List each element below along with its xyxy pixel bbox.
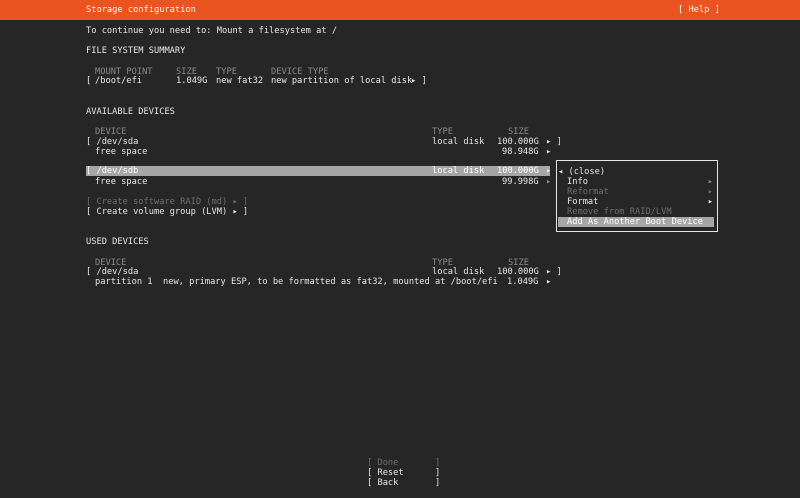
- device-menu-arrow[interactable]: ▸: [546, 166, 551, 176]
- device-menu-arrow[interactable]: ▸ ]: [546, 267, 562, 277]
- done-button[interactable]: [ Done ]: [367, 458, 440, 468]
- device-size: 100.000G: [497, 137, 539, 147]
- partition-size: 1.049G: [507, 277, 539, 287]
- device-type: local disk: [432, 267, 485, 277]
- free-space-menu-arrow[interactable]: ▸: [546, 177, 551, 187]
- size-value: 1.049G: [176, 76, 208, 86]
- device-type: local disk: [432, 137, 485, 147]
- free-space-label: free space: [95, 147, 148, 157]
- device-name: [ /dev/sda: [86, 267, 139, 277]
- device-name: [ /dev/sdb: [86, 166, 139, 176]
- device-size: 100.000G: [497, 166, 539, 176]
- used-devices-heading: USED DEVICES: [86, 237, 149, 247]
- page-title: Storage configuration: [86, 5, 196, 15]
- free-space-size: 98.948G: [502, 147, 539, 157]
- free-space-label: free space: [95, 177, 148, 187]
- col-type: TYPE: [432, 127, 453, 137]
- menu-item-format[interactable]: Format: [567, 197, 598, 207]
- partition-menu-arrow[interactable]: ▸: [546, 277, 551, 287]
- device-action-menu: ◂ (close) Info ▸ Reformat ▸ Format ▸ Rem…: [556, 160, 718, 232]
- device-menu-arrow[interactable]: ▸ ]: [546, 137, 562, 147]
- free-space-menu-arrow[interactable]: ▸: [546, 147, 551, 157]
- menu-item-remove-raid-lvm[interactable]: Remove from RAID/LVM: [567, 207, 672, 217]
- chevron-right-icon: ▸: [707, 197, 713, 207]
- mount-point: /boot/efi: [95, 76, 143, 86]
- device-size: 100.000G: [497, 267, 539, 277]
- partition-description: partition 1 new, primary ESP, to be form…: [95, 277, 498, 287]
- reset-button[interactable]: [ Reset ]: [367, 468, 440, 478]
- fs-summary-heading: FILE SYSTEM SUMMARY: [86, 46, 186, 56]
- available-devices-heading: AVAILABLE DEVICES: [86, 107, 175, 117]
- free-space-size: 99.998G: [502, 177, 539, 187]
- menu-item-reformat[interactable]: Reformat: [567, 187, 609, 197]
- col-device: DEVICE: [95, 127, 127, 137]
- col-size: SIZE: [508, 127, 529, 137]
- menu-item-info[interactable]: Info: [567, 177, 588, 187]
- help-button[interactable]: [ Help ]: [678, 5, 720, 15]
- create-raid-button[interactable]: [ Create software RAID (md) ▸ ]: [86, 197, 248, 207]
- back-button[interactable]: [ Back ]: [367, 478, 440, 488]
- header-bar: Storage configuration [ Help ]: [0, 0, 800, 20]
- menu-item-add-boot-device[interactable]: Add As Another Boot Device: [567, 217, 703, 227]
- menu-close-item[interactable]: ◂ (close): [558, 167, 605, 177]
- chevron-right-icon: ▸: [707, 177, 713, 187]
- type-value: new fat32: [216, 76, 264, 86]
- instruction-text: To continue you need to: Mount a filesys…: [86, 26, 338, 36]
- create-lvm-button[interactable]: [ Create volume group (LVM) ▸ ]: [86, 207, 248, 217]
- row-menu-arrow[interactable]: ▸ ]: [411, 76, 427, 86]
- device-type-value: new partition of local disk: [271, 76, 413, 86]
- device-type: local disk: [432, 166, 485, 176]
- chevron-right-icon: ▸: [707, 187, 713, 197]
- device-name: [ /dev/sda: [86, 137, 139, 147]
- row-bracket: [: [86, 76, 92, 86]
